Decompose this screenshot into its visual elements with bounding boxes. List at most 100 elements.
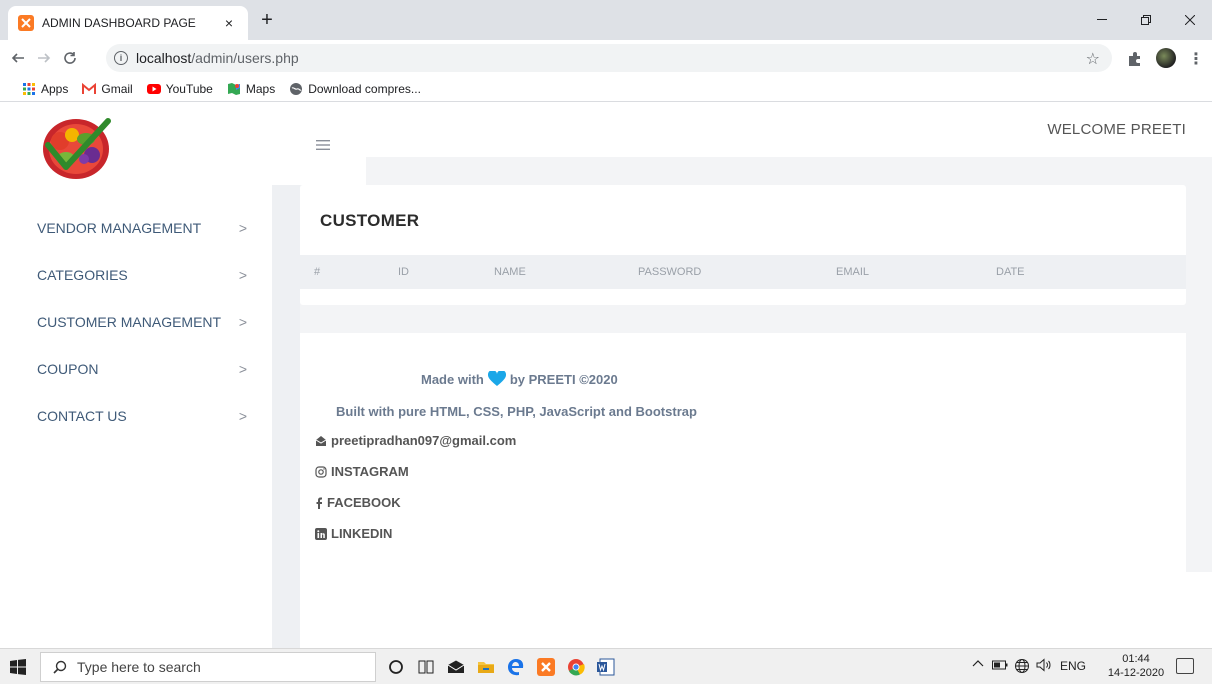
chevron-right-icon: > — [238, 267, 247, 283]
volume-icon[interactable] — [1036, 658, 1052, 675]
bookmark-youtube[interactable]: YouTube — [146, 81, 213, 96]
bookmark-maps[interactable]: Maps — [227, 82, 275, 96]
footer-instagram-link[interactable]: INSTAGRAM — [315, 464, 409, 479]
footer-linkedin-link[interactable]: LINKEDIN — [315, 526, 392, 541]
sidebar-item-vendor-management[interactable]: VENDOR MANAGEMENT > — [37, 213, 247, 243]
footer-email-link[interactable]: preetipradhan097@gmail.com — [315, 433, 516, 448]
battery-icon[interactable] — [992, 659, 1008, 673]
tab-close-icon[interactable]: × — [220, 15, 238, 31]
xampp-favicon-icon — [18, 15, 34, 31]
bookmark-label: Download compres... — [308, 81, 421, 96]
globe-icon — [290, 82, 303, 95]
cortana-icon[interactable] — [386, 657, 406, 677]
sidebar-item-label: CATEGORIES — [37, 267, 128, 283]
sidebar: VENDOR MANAGEMENT > CATEGORIES > CUSTOME… — [0, 203, 272, 648]
restore-icon[interactable] — [1124, 0, 1168, 40]
page-title: CUSTOMER — [320, 211, 420, 230]
youtube-icon — [146, 83, 161, 94]
built-with-text: Built with pure HTML, CSS, PHP, JavaScri… — [336, 404, 697, 419]
bookmark-apps[interactable]: Apps — [22, 82, 68, 96]
browser-menu-icon[interactable]: ⋮ — [1188, 49, 1204, 69]
sidebar-item-contact-us[interactable]: CONTACT US > — [37, 401, 247, 431]
taskbar-clock[interactable]: 01:44 14-12-2020 — [1106, 652, 1166, 680]
address-bar[interactable]: i localhost/admin/users.php ☆ — [106, 44, 1112, 72]
heart-icon — [487, 371, 506, 386]
bookmark-label: YouTube — [165, 81, 213, 96]
bookmark-label: Gmail — [101, 81, 133, 96]
gmail-icon — [82, 82, 97, 94]
xampp-icon[interactable] — [536, 657, 556, 677]
customer-table-header: # ID NAME PASSWORD EMAIL DATE — [300, 255, 1186, 289]
footer-facebook-link[interactable]: FACEBOOK — [315, 495, 401, 510]
sidebar-item-label: CUSTOMER MANAGEMENT — [37, 314, 222, 330]
minimize-icon[interactable] — [1080, 0, 1124, 40]
tray-chevron-up-icon[interactable] — [972, 658, 984, 673]
browser-toolbar: i localhost/admin/users.php ☆ ⋮ — [0, 40, 1212, 76]
chevron-right-icon: > — [238, 361, 247, 377]
brand-logo[interactable] — [36, 111, 116, 183]
clock-time: 01:44 — [1122, 653, 1150, 665]
word-icon[interactable] — [596, 657, 616, 677]
bookmarks-bar: Apps Gmail YouTube Maps Download compres… — [0, 76, 1212, 102]
chevron-right-icon: > — [238, 220, 247, 236]
sidebar-item-coupon[interactable]: COUPON > — [37, 354, 247, 384]
close-window-icon[interactable] — [1168, 0, 1212, 40]
file-explorer-icon[interactable] — [476, 657, 496, 677]
reload-icon[interactable] — [60, 48, 80, 68]
extensions-puzzle-icon[interactable] — [1126, 50, 1144, 68]
chrome-icon[interactable] — [566, 657, 586, 677]
bookmark-star-icon[interactable]: ☆ — [1086, 49, 1100, 69]
site-info-icon[interactable]: i — [114, 51, 128, 65]
chevron-right-icon: > — [238, 408, 247, 424]
linkedin-icon — [315, 527, 327, 540]
taskbar-search-input[interactable]: Type here to search — [40, 652, 376, 682]
made-with-line: Made with by PREETI ©2020 — [421, 371, 618, 387]
bookmark-gmail[interactable]: Gmail — [82, 81, 133, 96]
facebook-icon — [316, 497, 322, 509]
sidebar-item-label: VENDOR MANAGEMENT — [37, 220, 202, 236]
footer: Made with by PREETI ©2020 Built with pur… — [300, 333, 1186, 572]
language-indicator[interactable]: ENG — [1060, 659, 1086, 673]
sidebar-item-categories[interactable]: CATEGORIES > — [37, 260, 247, 290]
instagram-icon — [315, 465, 327, 478]
browser-tabstrip: ADMIN DASHBOARD PAGE × + — [0, 0, 1212, 40]
column-header-password: PASSWORD — [638, 266, 702, 278]
url-text: localhost/admin/users.php — [136, 50, 299, 66]
bookmark-download[interactable]: Download compres... — [289, 82, 421, 96]
windows-start-icon[interactable] — [10, 659, 26, 675]
bookmark-label: Apps — [41, 81, 69, 96]
made-with-prefix: Made with — [421, 371, 484, 387]
bookmark-label: Maps — [245, 81, 276, 96]
clock-date: 14-12-2020 — [1107, 667, 1165, 679]
forward-arrow-icon[interactable] — [34, 48, 54, 68]
windows-taskbar: Type here to search ENG 01:44 14-12-2020 — [0, 648, 1212, 684]
task-view-icon[interactable] — [416, 657, 436, 677]
edge-browser-icon[interactable] — [506, 657, 526, 677]
admin-page: WELCOME PREETI VENDOR MANAGEMENT > CATEG… — [0, 103, 1212, 648]
footer-email-text: preetipradhan097@gmail.com — [331, 433, 517, 448]
envelope-open-icon — [315, 435, 327, 446]
content-divider — [272, 185, 300, 648]
sidebar-item-customer-management[interactable]: CUSTOMER MANAGEMENT > — [37, 307, 247, 337]
search-icon — [53, 660, 67, 674]
made-with-suffix: by PREETI ©2020 — [509, 371, 618, 387]
network-globe-icon[interactable] — [1014, 658, 1030, 677]
browser-tab-active[interactable]: ADMIN DASHBOARD PAGE × — [8, 6, 248, 40]
mail-app-icon[interactable] — [446, 657, 466, 677]
maps-icon — [227, 82, 240, 95]
sidebar-item-label: COUPON — [37, 361, 99, 377]
apps-grid-icon — [23, 82, 35, 95]
footer-facebook-text: FACEBOOK — [327, 495, 401, 510]
column-header-id: ID — [398, 266, 409, 278]
url-host: localhost — [136, 50, 192, 66]
footer-instagram-text: INSTAGRAM — [331, 464, 409, 479]
menu-toggle-icon[interactable] — [316, 135, 330, 156]
tab-title: ADMIN DASHBOARD PAGE — [42, 16, 196, 30]
column-header-name: NAME — [494, 266, 526, 278]
back-arrow-icon[interactable] — [8, 48, 28, 68]
new-tab-button[interactable]: + — [256, 9, 278, 31]
notification-center-icon[interactable] — [1176, 658, 1194, 674]
content-background-top — [366, 157, 1212, 185]
customer-card: CUSTOMER # ID NAME PASSWORD EMAIL DATE — [300, 185, 1186, 305]
profile-avatar[interactable] — [1156, 48, 1176, 68]
